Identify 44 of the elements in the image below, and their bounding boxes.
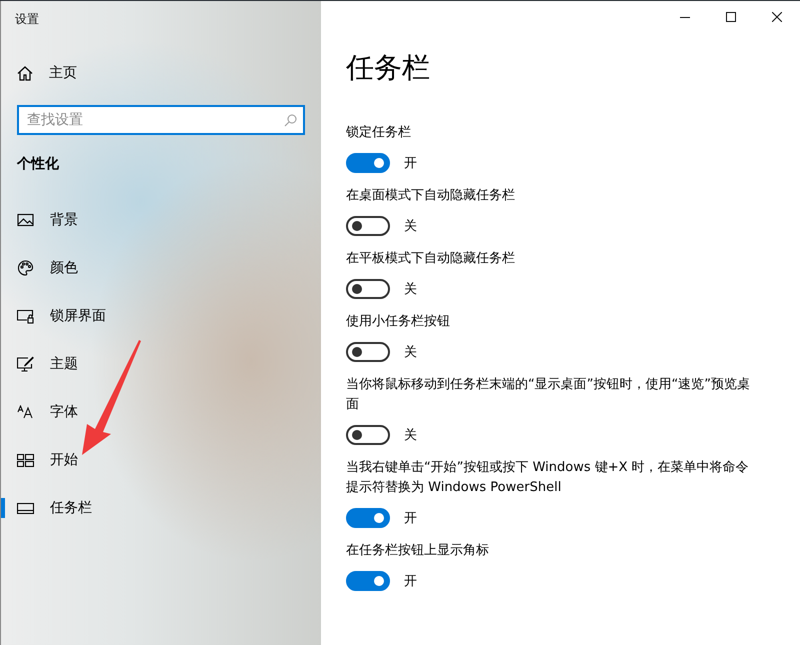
nav-item[interactable]: 颜色	[1, 244, 321, 292]
nav-item[interactable]: 锁屏界面	[1, 292, 321, 340]
home-link[interactable]: 主页	[1, 49, 321, 97]
palette-icon	[17, 260, 34, 276]
window-title: 设置	[14, 11, 40, 28]
toggle-switch[interactable]	[346, 508, 390, 528]
font-size-icon	[17, 405, 34, 419]
nav-item[interactable]: 背景	[1, 196, 321, 244]
search-field[interactable]: 查找设置	[17, 105, 305, 135]
setting-label: 在桌面模式下自动隐藏任务栏	[346, 187, 516, 205]
close-icon	[772, 12, 782, 22]
monitor-brush-icon	[17, 356, 34, 372]
toggle-switch[interactable]	[346, 216, 390, 236]
toggle-state: 关	[404, 427, 417, 444]
toggle-switch[interactable]	[346, 279, 390, 299]
toggle-switch[interactable]	[346, 153, 390, 173]
toggle-state: 关	[404, 344, 417, 361]
toggle-switch[interactable]	[346, 571, 390, 591]
setting-label: 在任务栏按钮上显示角标	[346, 542, 490, 560]
toggle-state: 开	[404, 155, 417, 172]
nav-item[interactable]: 字体	[1, 388, 321, 436]
setting-label: 锁定任务栏	[346, 124, 412, 142]
nav-item[interactable]: 主题	[1, 340, 321, 388]
tiles-icon	[17, 454, 34, 466]
setting-label: 当我右键单击“开始”按钮或按下 Windows 键+X 时，在菜单中将命令提示符替换为 Windows PowerShell	[346, 459, 750, 497]
screen-lock-icon	[17, 308, 34, 324]
page-title: 任务栏	[346, 50, 431, 86]
section-heading: 个性化	[16, 155, 60, 174]
toggle-state: 关	[404, 281, 417, 298]
toggle-state: 关	[404, 218, 417, 235]
nav-item[interactable]: 开始	[1, 436, 321, 484]
setting-label: 在平板模式下自动隐藏任务栏	[346, 250, 516, 268]
toggle-switch[interactable]	[346, 342, 390, 362]
picture-frame-icon	[17, 213, 34, 227]
maximize-icon	[726, 12, 736, 22]
toggle-state: 开	[404, 573, 417, 590]
home-icon	[17, 66, 33, 80]
taskbar-icon	[17, 502, 34, 514]
toggle-switch[interactable]	[346, 425, 390, 445]
setting-label: 使用小任务栏按钮	[346, 313, 451, 331]
nav-item[interactable]: 任务栏	[1, 484, 321, 532]
toggle-state: 开	[404, 510, 417, 527]
search-icon	[284, 114, 297, 127]
setting-label: 当你将鼠标移动到任务栏末端的“显示桌面”按钮时，使用“速览”预览桌面	[346, 376, 751, 414]
